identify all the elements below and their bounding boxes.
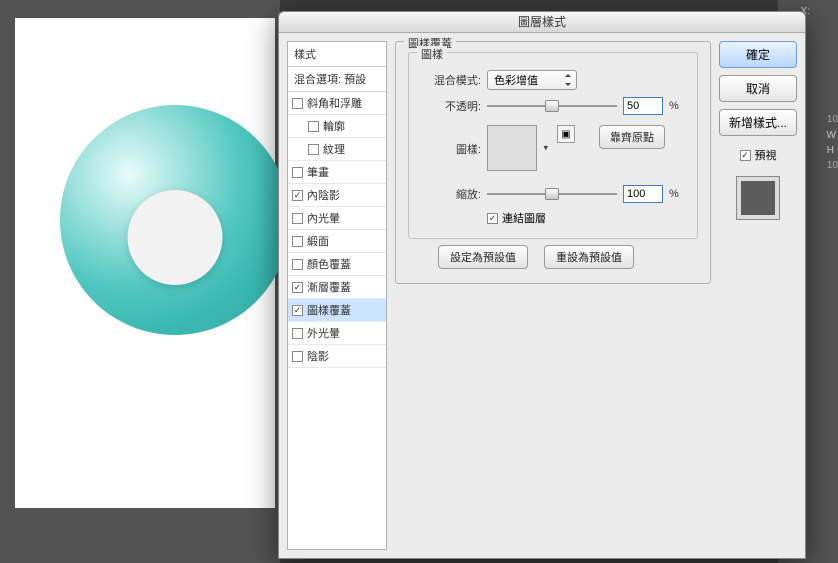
style-item-輪廓[interactable]: 輪廓	[288, 115, 386, 138]
ok-button[interactable]: 確定	[719, 41, 797, 68]
scale-label: 縮放:	[419, 186, 481, 202]
style-checkbox[interactable]	[292, 305, 303, 316]
style-item-label: 顏色覆蓋	[307, 256, 351, 272]
preview-checkbox[interactable]	[740, 150, 751, 161]
style-item-顏色覆蓋[interactable]: 顏色覆蓋	[288, 253, 386, 276]
style-item-陰影[interactable]: 陰影	[288, 345, 386, 368]
scale-slider[interactable]	[487, 187, 617, 201]
style-checkbox[interactable]	[292, 236, 303, 247]
style-item-筆畫[interactable]: 筆畫	[288, 161, 386, 184]
style-item-內光暈[interactable]: 內光暈	[288, 207, 386, 230]
style-item-內陰影[interactable]: 內陰影	[288, 184, 386, 207]
style-checkbox[interactable]	[292, 282, 303, 293]
pattern-swatch[interactable]: ▾	[487, 125, 537, 171]
style-item-圖樣覆蓋[interactable]: 圖樣覆蓋	[288, 299, 386, 322]
style-item-label: 緞面	[307, 233, 329, 249]
app-background	[0, 0, 280, 563]
style-checkbox[interactable]	[292, 351, 303, 362]
style-item-label: 內光暈	[307, 210, 340, 226]
opacity-input[interactable]	[623, 97, 663, 115]
blend-mode-label: 混合模式:	[419, 72, 481, 88]
artwork-dot	[128, 190, 223, 285]
pattern-inner-group: 圖樣 混合模式: 色彩增值 不透明: %	[408, 52, 698, 239]
create-pattern-icon[interactable]: ▣	[557, 125, 575, 143]
prop-value-1: 10	[827, 114, 838, 125]
style-item-label: 紋理	[323, 141, 345, 157]
new-style-button[interactable]: 新增樣式...	[719, 109, 797, 136]
style-item-斜角和浮雕[interactable]: 斜角和浮雕	[288, 92, 386, 115]
opacity-slider[interactable]	[487, 99, 617, 113]
preview-label: 預視	[755, 147, 777, 163]
scale-input[interactable]	[623, 185, 663, 203]
style-list: 樣式 混合選項: 預設 斜角和浮雕輪廓紋理筆畫內陰影內光暈緞面顏色覆蓋漸層覆蓋圖…	[287, 41, 387, 550]
blend-options-item[interactable]: 混合選項: 預設	[288, 67, 386, 92]
style-list-header[interactable]: 樣式	[288, 42, 386, 67]
style-item-label: 外光暈	[307, 325, 340, 341]
pattern-overlay-group: 圖樣覆蓋 圖樣 混合模式: 色彩增值 不透明: %	[395, 41, 711, 284]
style-item-外光暈[interactable]: 外光暈	[288, 322, 386, 345]
dialog-title: 圖層樣式	[279, 12, 805, 33]
link-layer-checkbox[interactable]	[487, 213, 498, 224]
style-checkbox[interactable]	[292, 259, 303, 270]
snap-origin-button[interactable]: 靠齊原點	[599, 125, 665, 149]
style-checkbox[interactable]	[292, 328, 303, 339]
style-checkbox[interactable]	[292, 98, 303, 109]
prop-h-label: H	[827, 145, 834, 156]
style-item-label: 斜角和浮雕	[307, 95, 362, 111]
make-default-button[interactable]: 設定為預設值	[438, 245, 528, 269]
style-item-label: 陰影	[307, 348, 329, 364]
cancel-button[interactable]: 取消	[719, 75, 797, 102]
pattern-label: 圖樣:	[419, 141, 481, 157]
style-item-漸層覆蓋[interactable]: 漸層覆蓋	[288, 276, 386, 299]
link-layer-label: 連結圖層	[502, 210, 546, 226]
dialog-buttons: 確定 取消 新增樣式... 預視	[719, 41, 797, 550]
reset-default-button[interactable]: 重設為預設值	[544, 245, 634, 269]
style-item-label: 漸層覆蓋	[307, 279, 351, 295]
opacity-label: 不透明:	[419, 98, 481, 114]
prop-value-2: 10	[827, 160, 838, 171]
style-item-label: 輪廓	[323, 118, 345, 134]
style-item-label: 圖樣覆蓋	[307, 302, 351, 318]
style-item-label: 筆畫	[307, 164, 329, 180]
settings-panel: 圖樣覆蓋 圖樣 混合模式: 色彩增值 不透明: %	[395, 41, 711, 550]
preview-swatch	[736, 176, 780, 220]
style-checkbox[interactable]	[292, 190, 303, 201]
style-checkbox[interactable]	[308, 144, 319, 155]
opacity-unit: %	[669, 100, 679, 112]
style-item-紋理[interactable]: 紋理	[288, 138, 386, 161]
scale-unit: %	[669, 188, 679, 200]
style-checkbox[interactable]	[308, 121, 319, 132]
style-checkbox[interactable]	[292, 213, 303, 224]
prop-w-label: W	[827, 130, 836, 141]
chevron-down-icon[interactable]: ▾	[543, 143, 548, 154]
blend-mode-select[interactable]: 色彩增值	[487, 70, 577, 90]
inner-group-title: 圖樣	[417, 46, 447, 62]
layer-style-dialog: 圖層樣式 樣式 混合選項: 預設 斜角和浮雕輪廓紋理筆畫內陰影內光暈緞面顏色覆蓋…	[278, 11, 806, 559]
artwork-circle	[60, 105, 290, 335]
style-item-緞面[interactable]: 緞面	[288, 230, 386, 253]
style-item-label: 內陰影	[307, 187, 340, 203]
style-checkbox[interactable]	[292, 167, 303, 178]
